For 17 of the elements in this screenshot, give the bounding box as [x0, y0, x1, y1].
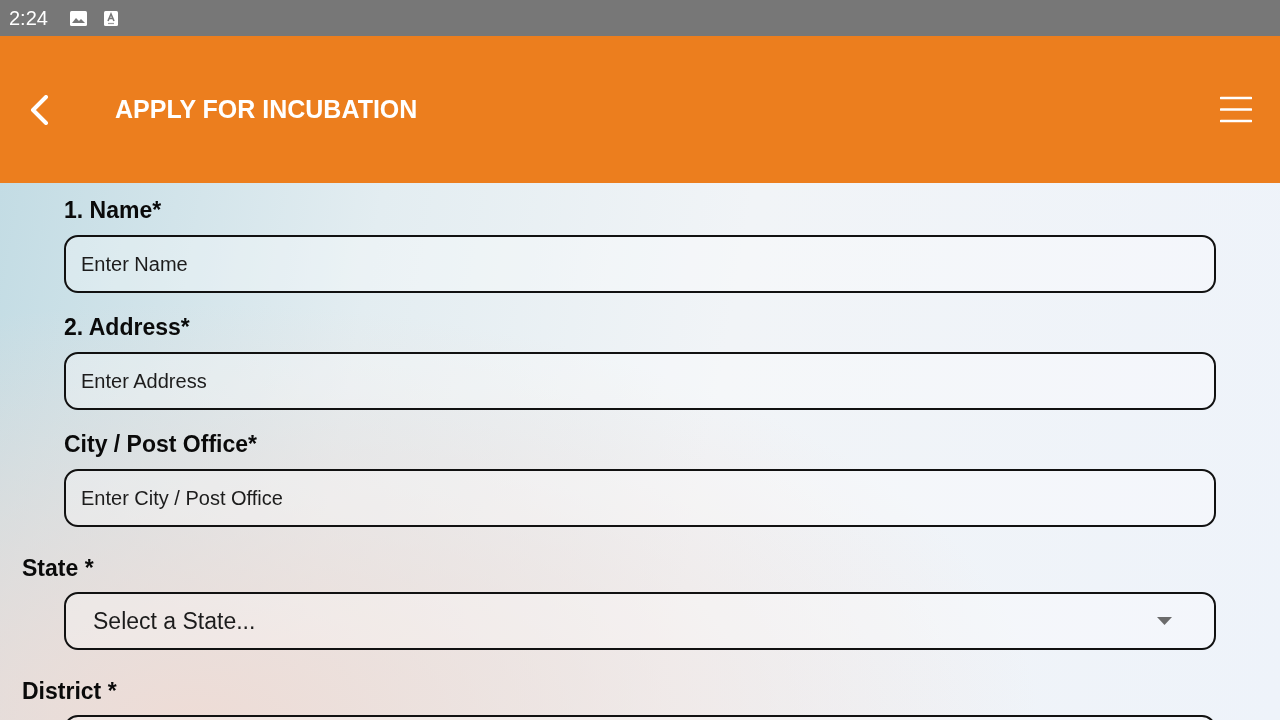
field-label: District *: [22, 677, 118, 705]
page-title: APPLY FOR INCUBATION: [115, 93, 418, 125]
input-field[interactable]: Enter City / Post Office: [64, 469, 1216, 527]
dropdown-caret-icon: [1157, 617, 1172, 625]
menu-icon: [1220, 96, 1252, 123]
field-label: City / Post Office*: [64, 430, 258, 458]
status-time: 2:24: [9, 8, 48, 28]
app-notification-icon: [103, 10, 118, 26]
input-field[interactable]: Enter Name: [64, 235, 1216, 293]
field-label: State *: [22, 554, 95, 582]
back-chevron-icon: [29, 94, 49, 125]
select-placeholder: Select a State...: [93, 606, 256, 636]
field-label: 2. Address*: [64, 313, 191, 341]
image-icon: [69, 10, 87, 26]
field-label: 1. Name*: [64, 196, 163, 224]
input-field[interactable]: Enter Address: [64, 352, 1216, 410]
select-field[interactable]: Select a State...: [64, 592, 1216, 650]
